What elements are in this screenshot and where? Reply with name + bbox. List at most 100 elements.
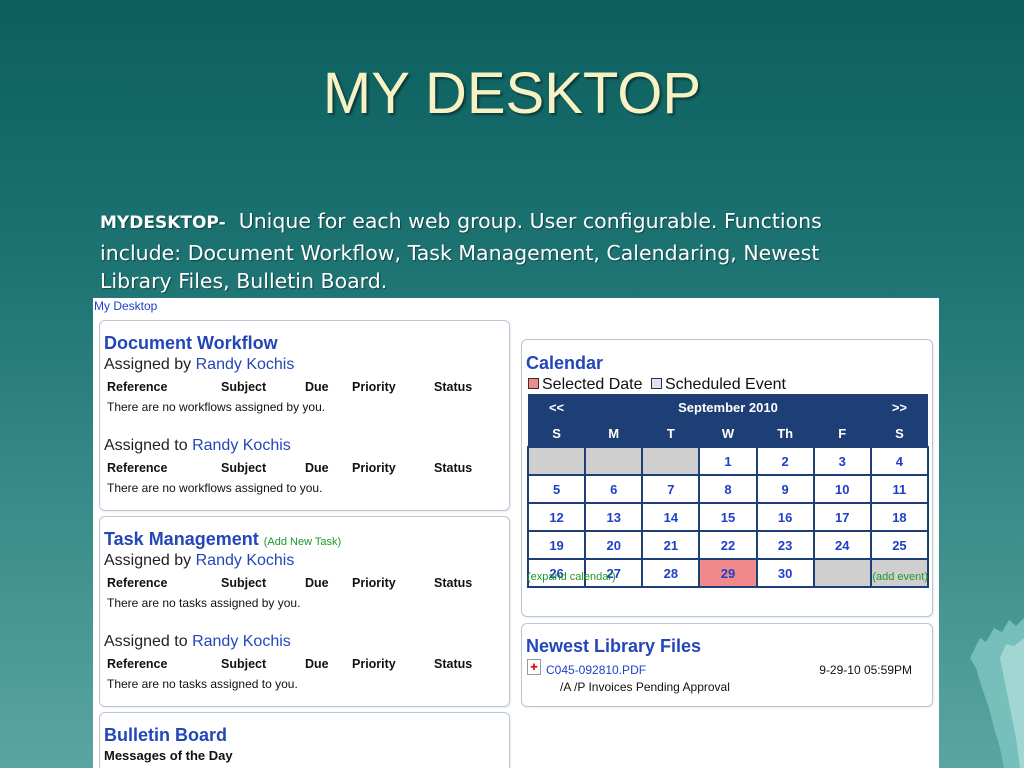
col-due[interactable]: Due — [305, 378, 352, 396]
slide-title: MY DESKTOP — [322, 61, 702, 126]
calendar-day[interactable]: 19 — [526, 530, 587, 560]
calendar-day-selected[interactable]: 29 — [698, 558, 758, 588]
calendar-day[interactable]: 16 — [755, 502, 815, 532]
col-due[interactable]: Due — [305, 655, 352, 673]
workflow-panel: Document Workflow Assigned by Randy Koch… — [99, 320, 510, 511]
col-subject[interactable]: Subject — [221, 378, 305, 396]
prev-month-button[interactable]: << — [528, 394, 586, 420]
add-task-link[interactable]: (Add New Task) — [264, 536, 341, 548]
col-subject[interactable]: Subject — [221, 459, 305, 477]
workflow-assigned-to: Assigned to Randy Kochis — [104, 437, 291, 455]
calendar-day[interactable]: 21 — [641, 530, 701, 560]
calendar-day[interactable]: 23 — [755, 530, 815, 560]
calendar-day[interactable]: 7 — [641, 474, 701, 504]
calendar-legend: Selected Date Scheduled Event — [527, 376, 786, 394]
library-file-desc: /A /P Invoices Pending Approval — [560, 680, 730, 694]
calendar-day[interactable]: 5 — [526, 474, 587, 504]
col-reference[interactable]: Reference — [107, 459, 221, 477]
calendar-day[interactable]: 13 — [584, 502, 644, 532]
calendar-day[interactable]: 15 — [698, 502, 758, 532]
calendar-day[interactable]: 18 — [869, 502, 930, 532]
workflow-by-header: Reference Subject Due Priority Status — [107, 378, 472, 396]
col-status[interactable]: Status — [434, 378, 472, 396]
col-subject[interactable]: Subject — [221, 574, 305, 592]
tasks-panel: Task Management (Add New Task) Assigned … — [99, 516, 510, 707]
calendar-day[interactable]: 9 — [755, 474, 815, 504]
calendar-day[interactable]: 11 — [869, 474, 930, 504]
tasks-assigned-by: Assigned by Randy Kochis — [104, 552, 294, 570]
tasks-empty-by: There are no tasks assigned by you. — [107, 596, 301, 610]
calendar-blank-cell — [641, 446, 701, 476]
calendar-month: September 2010 — [585, 394, 871, 420]
library-file-date: 9-29-10 05:59PM — [819, 663, 912, 677]
assigned-to-label: Assigned to — [104, 437, 188, 454]
tasks-heading-row: Task Management (Add New Task) — [104, 529, 341, 550]
calendar-day[interactable]: 4 — [869, 446, 930, 476]
col-subject[interactable]: Subject — [221, 655, 305, 673]
calendar-day[interactable]: 8 — [698, 474, 758, 504]
calendar-day[interactable]: 17 — [812, 502, 872, 532]
calendar-week-row: 12 13 14 15 16 17 18 — [526, 502, 930, 532]
assigned-by-label: Assigned by — [104, 356, 192, 373]
calendar-week-row: 1234 — [526, 446, 930, 476]
calendar-week-row: 19 20 21 22 23 24 25 — [526, 530, 930, 560]
bulletin-panel: Bulletin Board Messages of the Day — [99, 712, 510, 768]
calendar-blank-cell — [584, 446, 644, 476]
calendar-grid: << September 2010 >> S M T W Th F S 1234… — [526, 394, 930, 588]
calendar-day[interactable]: 28 — [641, 558, 701, 588]
next-month-button[interactable]: >> — [870, 394, 928, 420]
tasks-by-header: Reference Subject Due Priority Status — [107, 574, 472, 592]
library-panel: Newest Library Files ✚ C045-092810.PDF 9… — [521, 623, 933, 707]
legend-selected: Selected Date — [542, 376, 643, 393]
mountain-decoration — [970, 618, 1024, 768]
col-due[interactable]: Due — [305, 574, 352, 592]
col-priority[interactable]: Priority — [352, 574, 434, 592]
assigned-to-label: Assigned to — [104, 633, 188, 650]
calendar-day[interactable]: 2 — [755, 446, 815, 476]
calendar-day[interactable]: 1 — [698, 446, 758, 476]
pdf-icon: ✚ — [527, 659, 541, 675]
dow-thu: Th — [756, 420, 814, 447]
col-priority[interactable]: Priority — [352, 459, 434, 477]
calendar-day[interactable]: 22 — [698, 530, 758, 560]
col-status[interactable]: Status — [434, 459, 472, 477]
dow-tue: T — [642, 420, 700, 447]
col-due[interactable]: Due — [305, 459, 352, 477]
assigned-by-user-link[interactable]: Randy Kochis — [196, 356, 295, 373]
assigned-to-user-link[interactable]: Randy Kochis — [192, 633, 291, 650]
assigned-to-user-link[interactable]: Randy Kochis — [192, 437, 291, 454]
expand-calendar-link[interactable]: (expand calendar) — [527, 571, 616, 583]
app-screenshot: My Desktop Document Workflow Assigned by… — [93, 298, 939, 768]
calendar-heading: Calendar — [526, 353, 604, 373]
description-lead: MYDESKTOP- — [100, 213, 226, 233]
library-file-link[interactable]: C045-092810.PDF — [546, 663, 646, 677]
calendar-blank-cell — [812, 558, 872, 588]
assigned-by-user-link[interactable]: Randy Kochis — [196, 552, 295, 569]
col-priority[interactable]: Priority — [352, 378, 434, 396]
workflow-empty-by: There are no workflows assigned by you. — [107, 400, 326, 414]
dow-fri: F — [813, 420, 871, 447]
slide-description: MYDESKTOP- Unique for each web group. Us… — [100, 206, 950, 296]
calendar-day[interactable]: 3 — [812, 446, 872, 476]
calendar-day[interactable]: 6 — [584, 474, 644, 504]
col-reference[interactable]: Reference — [107, 574, 221, 592]
dow-mon: M — [585, 420, 643, 447]
calendar-day[interactable]: 14 — [641, 502, 701, 532]
calendar-week-row: 5 6 7 8 9 10 11 — [526, 474, 930, 504]
col-status[interactable]: Status — [434, 574, 472, 592]
bulletin-heading: Bulletin Board — [104, 725, 228, 745]
col-reference[interactable]: Reference — [107, 655, 221, 673]
workflow-to-header: Reference Subject Due Priority Status — [107, 459, 472, 477]
calendar-day[interactable]: 25 — [869, 530, 930, 560]
col-status[interactable]: Status — [434, 655, 472, 673]
add-event-link[interactable]: (add event) — [872, 571, 928, 583]
calendar-day[interactable]: 12 — [526, 502, 587, 532]
calendar-day[interactable]: 24 — [812, 530, 872, 560]
calendar-day[interactable]: 20 — [584, 530, 644, 560]
assigned-by-label: Assigned by — [104, 552, 192, 569]
tasks-to-header: Reference Subject Due Priority Status — [107, 655, 472, 673]
col-priority[interactable]: Priority — [352, 655, 434, 673]
calendar-day[interactable]: 10 — [812, 474, 872, 504]
calendar-day[interactable]: 30 — [755, 558, 815, 588]
col-reference[interactable]: Reference — [107, 378, 221, 396]
